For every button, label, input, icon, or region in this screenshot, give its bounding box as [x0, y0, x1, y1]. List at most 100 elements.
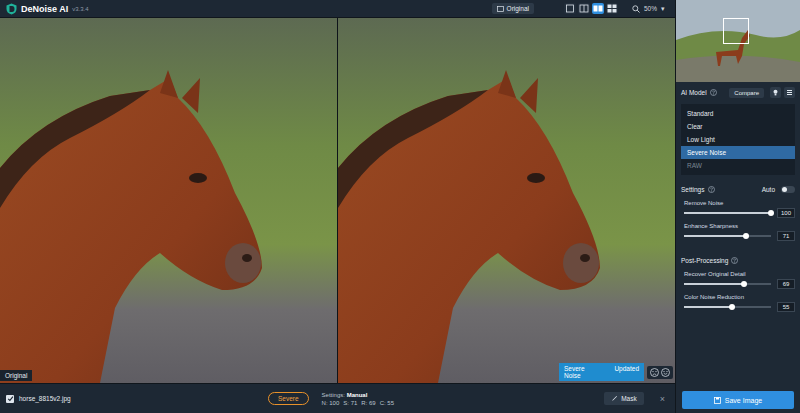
- section-title: Settings: [681, 186, 705, 193]
- settings-values: N: 100S: 71 R: 69 C: 55: [322, 400, 394, 406]
- model-item[interactable]: Low Light: [681, 133, 795, 146]
- view-mode-icon: [564, 3, 576, 14]
- slider: Recover Original Detail 69: [676, 268, 800, 291]
- slider-knob[interactable]: [743, 233, 749, 239]
- slider-track[interactable]: [684, 212, 771, 214]
- save-icon: [714, 397, 721, 404]
- status: Updated: [614, 365, 639, 379]
- view-mode-button[interactable]: [606, 3, 618, 14]
- model-item[interactable]: Severe Noise: [681, 146, 795, 159]
- settings-header: Settings Auto: [676, 181, 800, 197]
- checkbox[interactable]: [6, 395, 14, 403]
- navigator-thumbnail[interactable]: [676, 0, 800, 82]
- view-mode-button[interactable]: [564, 3, 576, 14]
- close-button[interactable]: ×: [660, 394, 665, 404]
- help-icon[interactable]: [708, 186, 715, 193]
- slider-fill: [684, 306, 732, 308]
- slider-row: 71: [684, 231, 795, 241]
- settings-value: C: 55: [380, 400, 394, 406]
- view-mode-icon: [606, 3, 618, 14]
- auto-toggle[interactable]: [781, 186, 795, 193]
- settings-line: Settings: Manual: [322, 392, 394, 398]
- spacer: [676, 314, 800, 391]
- slider-knob[interactable]: [768, 210, 774, 216]
- settings-value: S: 71: [343, 400, 357, 406]
- zoom-icon: [632, 5, 640, 13]
- preview-area: Original Severe Noise Updated: [0, 18, 675, 383]
- slider-track[interactable]: [684, 283, 771, 285]
- happy-face-icon[interactable]: [661, 368, 670, 377]
- app-title: DeNoise AI: [21, 4, 68, 14]
- view-mode-button[interactable]: [578, 3, 590, 14]
- slider-track[interactable]: [684, 235, 771, 237]
- model-label: Standard: [687, 110, 713, 117]
- original-label: Original: [0, 370, 32, 381]
- list-view-button[interactable]: [784, 87, 795, 98]
- section-title: Post-Processing: [681, 257, 728, 264]
- slider-row: 100: [684, 208, 795, 218]
- original-preview: Original: [0, 18, 337, 383]
- top-bar: DeNoise AI v3.3.4 Original 50% ▾: [0, 0, 675, 18]
- zoom-control[interactable]: 50% ▾: [632, 5, 665, 13]
- zoom-level: 50%: [644, 5, 657, 12]
- app-version: v3.3.4: [72, 6, 88, 12]
- slider-fill: [684, 235, 746, 237]
- model-list: Standard Clear Low Light Severe Noise RAW: [681, 104, 795, 175]
- rating-group: [647, 366, 673, 379]
- slider-knob[interactable]: [741, 281, 747, 287]
- list-icon: [786, 89, 793, 96]
- model-badge: Severe Noise Updated: [559, 363, 673, 381]
- sad-face-icon[interactable]: [650, 368, 659, 377]
- section-title: AI Model: [681, 89, 707, 96]
- view-mode-icon: [592, 3, 604, 14]
- slider: Remove Noise 100: [676, 197, 800, 220]
- slider-track[interactable]: [684, 306, 771, 308]
- slider-label: Color Noise Reduction: [684, 294, 795, 300]
- model-name: Severe Noise: [564, 365, 592, 379]
- original-button[interactable]: Original: [492, 3, 534, 14]
- zoom-arrow: ▾: [661, 5, 665, 13]
- slider-knob[interactable]: [729, 304, 735, 310]
- slider-value[interactable]: 69: [777, 279, 795, 289]
- settings-label: Settings:: [322, 392, 345, 398]
- slider-value[interactable]: 55: [777, 302, 795, 312]
- model-label: Low Light: [687, 136, 715, 143]
- info-button[interactable]: [770, 87, 781, 98]
- slider-row: 69: [684, 279, 795, 289]
- slider-value[interactable]: 100: [777, 208, 795, 218]
- slider-value[interactable]: 71: [777, 231, 795, 241]
- slider-label: Enhance Sharpness: [684, 223, 795, 229]
- model-label: RAW: [687, 162, 702, 169]
- auto-label: Auto: [762, 186, 775, 193]
- file-bar: horse_8815v2.jpg Severe Settings: Manual N:…: [0, 383, 675, 413]
- mask-button[interactable]: Mask: [604, 392, 644, 405]
- settings-value: N: 100: [322, 400, 340, 406]
- slider-label: Recover Original Detail: [684, 271, 795, 277]
- model-label: Clear: [687, 123, 703, 130]
- settings-value: R: 69: [361, 400, 375, 406]
- slider-label: Remove Noise: [684, 200, 795, 206]
- viewport-marker[interactable]: [723, 18, 749, 44]
- compare-button[interactable]: Compare: [729, 88, 764, 98]
- model-item[interactable]: Clear: [681, 120, 795, 133]
- filename: horse_8815v2.jpg: [19, 395, 71, 402]
- model-label: Severe Noise: [687, 149, 726, 156]
- brush-icon: [611, 395, 618, 402]
- bulb-icon: [772, 89, 779, 96]
- view-mode-button[interactable]: [592, 3, 604, 14]
- post-processing-header: Post-Processing: [676, 252, 800, 268]
- original-button-label: Original: [507, 5, 529, 12]
- slider-fill: [684, 283, 744, 285]
- side-panel: AI Model Compare Standard Clear Low Light Sev…: [675, 0, 800, 413]
- model-badge-bar: Severe Noise Updated: [559, 363, 644, 381]
- settings-mode: Manual: [347, 392, 368, 398]
- model-item[interactable]: Standard: [681, 107, 795, 120]
- view-mode-icon: [578, 3, 590, 14]
- model-pill[interactable]: Severe: [268, 392, 309, 405]
- help-icon[interactable]: [731, 257, 738, 264]
- check-icon: [7, 395, 14, 402]
- slider-fill: [684, 212, 771, 214]
- help-icon[interactable]: [710, 89, 717, 96]
- save-label: Save Image: [725, 397, 762, 404]
- save-button[interactable]: Save Image: [682, 391, 794, 409]
